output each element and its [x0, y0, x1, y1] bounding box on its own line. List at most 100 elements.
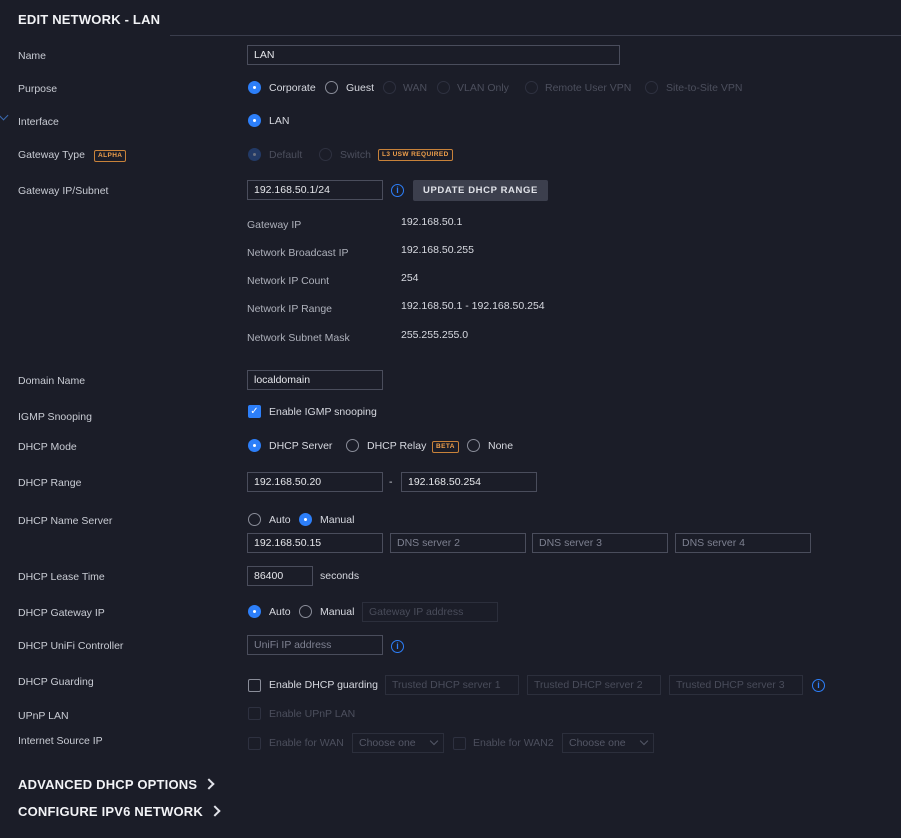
dhcp-relay-label: DHCP Relay — [367, 440, 427, 452]
purpose-vlan-only-label: VLAN Only — [457, 82, 509, 94]
dhcp-guarding-label: DHCP Guarding — [18, 676, 94, 688]
interface-lan-radio[interactable] — [248, 114, 261, 127]
igmp-snooping-label: IGMP Snooping — [18, 411, 92, 423]
enable-wan-label: Enable for WAN — [269, 737, 344, 749]
configure-ipv6-label: CONFIGURE IPV6 NETWORK — [18, 804, 203, 819]
dns-server-3-input[interactable]: DNS server 3 — [532, 533, 668, 553]
dhcp-guarding-option: Enable DHCP guarding — [269, 679, 378, 691]
trusted-dhcp-1-input: Trusted DHCP server 1 — [385, 675, 519, 695]
broadcast-ip-key: Network Broadcast IP — [247, 247, 349, 259]
gateway-type-default-radio — [248, 148, 261, 161]
purpose-corporate-radio[interactable] — [248, 81, 261, 94]
dhcp-gateway-manual-radio[interactable] — [299, 605, 312, 618]
gateway-type-default-label: Default — [269, 149, 303, 161]
name-label: Name — [18, 50, 47, 62]
wan-select-value: Choose one — [359, 737, 416, 749]
enable-wan-checkbox — [248, 737, 261, 750]
gateway-type-switch-label: Switch — [340, 149, 371, 161]
collapse-chevron-icon[interactable] — [0, 110, 9, 121]
enable-wan2-checkbox — [453, 737, 466, 750]
enable-wan2-label: Enable for WAN2 — [473, 737, 554, 749]
dhcp-range-start-input[interactable]: 192.168.50.20 — [247, 472, 383, 492]
chevron-down-icon — [429, 736, 439, 746]
domain-name-label: Domain Name — [18, 375, 86, 387]
gateway-ip-key: Gateway IP — [247, 219, 302, 231]
purpose-remote-vpn-radio — [525, 81, 538, 94]
dns-server-1-input[interactable]: 192.168.50.15 — [247, 533, 383, 553]
broadcast-ip-value: 192.168.50.255 — [401, 244, 474, 256]
trusted-dhcp-2-input: Trusted DHCP server 2 — [527, 675, 661, 695]
gateway-type-switch-radio — [319, 148, 332, 161]
dhcp-mode-label: DHCP Mode — [18, 441, 77, 453]
domain-name-input[interactable]: localdomain — [247, 370, 383, 390]
title-divider — [170, 35, 901, 36]
unifi-info-icon[interactable]: i — [391, 640, 404, 653]
dhcp-range-label: DHCP Range — [18, 477, 82, 489]
chevron-down-icon — [639, 736, 649, 746]
dhcp-lease-time-label: DHCP Lease Time — [18, 571, 105, 583]
wan-select: Choose one — [352, 733, 444, 753]
ip-range-value: 192.168.50.1 - 192.168.50.254 — [401, 300, 545, 312]
dhcp-server-label: DHCP Server — [269, 440, 333, 452]
dhcp-range-end-input[interactable]: 192.168.50.254 — [401, 472, 537, 492]
purpose-wan-label: WAN — [403, 82, 428, 94]
l3-usw-required-badge: L3 USW REQUIRED — [378, 149, 453, 161]
dns-server-2-input[interactable]: DNS server 2 — [390, 533, 526, 553]
dhcp-gateway-ip-input: Gateway IP address — [362, 602, 498, 622]
dhcp-gateway-manual-label: Manual — [320, 606, 355, 618]
unifi-ip-input[interactable]: UniFi IP address — [247, 635, 383, 655]
wan2-select: Choose one — [562, 733, 654, 753]
name-server-auto-label: Auto — [269, 514, 291, 526]
subnet-mask-value: 255.255.255.0 — [401, 329, 469, 341]
configure-ipv6-link[interactable]: CONFIGURE IPV6 NETWORK — [18, 804, 221, 819]
advanced-dhcp-options-label: ADVANCED DHCP OPTIONS — [18, 777, 198, 792]
upnp-lan-option: Enable UPnP LAN — [269, 708, 356, 720]
dhcp-server-radio[interactable] — [248, 439, 261, 452]
internet-source-ip-label: Internet Source IP — [18, 735, 103, 747]
upnp-lan-checkbox — [248, 707, 261, 720]
dhcp-gateway-auto-label: Auto — [269, 606, 291, 618]
dhcp-relay-radio[interactable] — [346, 439, 359, 452]
purpose-guest-radio[interactable] — [325, 81, 338, 94]
dhcp-gateway-ip-label: DHCP Gateway IP — [18, 607, 105, 619]
name-input[interactable]: LAN — [247, 45, 620, 65]
dhcp-name-server-label: DHCP Name Server — [18, 515, 113, 527]
dhcp-guarding-checkbox[interactable] — [248, 679, 261, 692]
dhcp-unifi-controller-label: DHCP UniFi Controller — [18, 640, 124, 652]
dhcp-none-radio[interactable] — [467, 439, 480, 452]
info-icon[interactable]: i — [391, 184, 404, 197]
purpose-vlan-only-radio — [437, 81, 450, 94]
purpose-corporate-label: Corporate — [269, 82, 316, 94]
dhcp-lease-time-input[interactable]: 86400 — [247, 566, 313, 586]
advanced-dhcp-options-link[interactable]: ADVANCED DHCP OPTIONS — [18, 777, 215, 792]
update-dhcp-range-button[interactable]: UPDATE DHCP RANGE — [413, 180, 548, 201]
chevron-right-icon — [203, 778, 215, 790]
upnp-lan-label: UPnP LAN — [18, 710, 69, 722]
ip-count-value: 254 — [401, 272, 419, 284]
dhcp-none-label: None — [488, 440, 514, 452]
dhcp-gateway-auto-radio[interactable] — [248, 605, 261, 618]
ip-range-key: Network IP Range — [247, 303, 333, 315]
dhcp-range-separator: - — [389, 476, 393, 488]
name-server-manual-label: Manual — [320, 514, 355, 526]
interface-lan-label: LAN — [269, 115, 290, 127]
subnet-mask-key: Network Subnet Mask — [247, 332, 350, 344]
alpha-badge: ALPHA — [94, 150, 127, 162]
name-server-auto-radio[interactable] — [248, 513, 261, 526]
igmp-snooping-option: Enable IGMP snooping — [269, 406, 377, 418]
purpose-guest-label: Guest — [346, 82, 375, 94]
name-server-manual-radio[interactable] — [299, 513, 312, 526]
page-title: EDIT NETWORK - LAN — [18, 12, 161, 27]
lease-time-unit: seconds — [320, 570, 360, 582]
guarding-info-icon[interactable]: i — [812, 679, 825, 692]
igmp-snooping-checkbox[interactable]: ✓ — [248, 405, 261, 418]
ip-count-key: Network IP Count — [247, 275, 330, 287]
gateway-type-label: Gateway Type — [18, 149, 85, 161]
gateway-subnet-input[interactable]: 192.168.50.1/24 — [247, 180, 383, 200]
dns-server-4-input[interactable]: DNS server 4 — [675, 533, 811, 553]
purpose-wan-radio — [383, 81, 396, 94]
interface-label: Interface — [18, 116, 59, 128]
purpose-remote-vpn-label: Remote User VPN — [545, 82, 632, 94]
beta-badge: BETA — [432, 441, 459, 453]
purpose-site-vpn-radio — [645, 81, 658, 94]
